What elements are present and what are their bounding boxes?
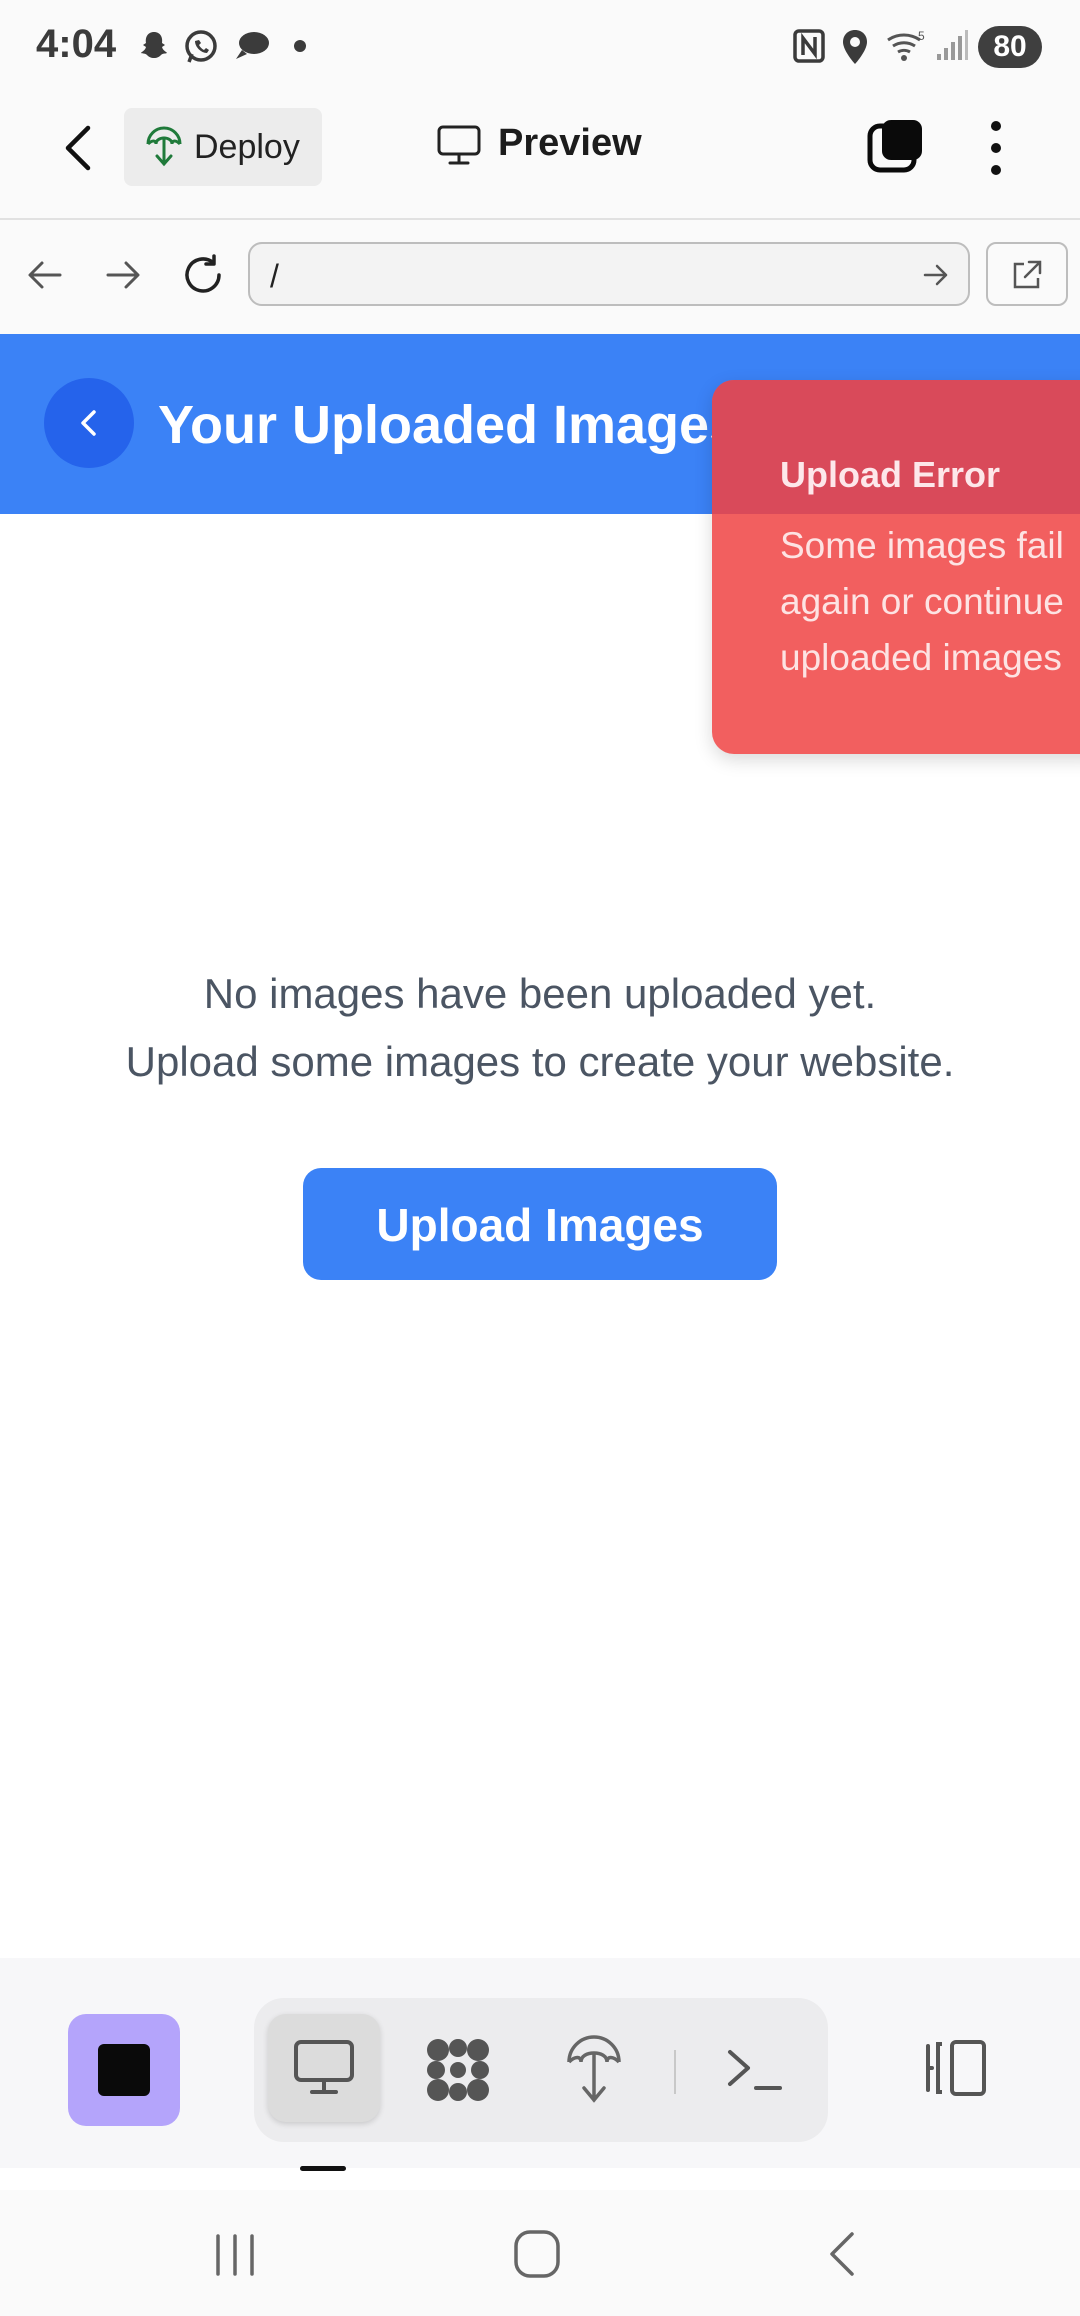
chat-bubble-icon [236, 32, 269, 59]
toast-message-line: Some images fail [780, 525, 1064, 566]
go-arrow-icon[interactable] [922, 262, 950, 288]
notification-dot-icon [294, 40, 306, 52]
tool-group [254, 1998, 828, 2142]
stop-button[interactable] [68, 2014, 180, 2126]
wifi-icon: 5 [887, 29, 925, 61]
stop-icon [98, 2044, 150, 2096]
toast-message-line: again or continue [780, 581, 1064, 622]
svg-text:5: 5 [918, 29, 925, 43]
status-time: 4:04 [36, 22, 117, 66]
reload-icon[interactable] [180, 252, 226, 298]
url-value: / [270, 258, 279, 294]
toast-message: Some images fail again or continue uploa… [780, 518, 1080, 686]
back-arrow-icon[interactable] [58, 122, 102, 174]
split-view-icon[interactable] [922, 2038, 990, 2098]
location-icon [843, 30, 867, 64]
home-icon[interactable] [512, 2228, 562, 2280]
nfc-icon [793, 29, 825, 63]
page-title: Your Uploaded Images [158, 395, 740, 455]
upload-images-button[interactable]: Upload Images [303, 1168, 777, 1280]
system-nav-bar [0, 2190, 1080, 2316]
system-back-icon[interactable] [822, 2228, 862, 2280]
deploy-icon[interactable] [564, 2034, 624, 2106]
empty-state-hint: Upload some images to create your websit… [125, 1038, 955, 1085]
bottom-toolbar [0, 1958, 1080, 2168]
browser-toolbar: / [0, 220, 1080, 334]
snapchat-icon [141, 32, 167, 58]
apps-icon[interactable] [422, 2034, 494, 2106]
open-external-button[interactable] [986, 242, 1068, 306]
url-input[interactable]: / [248, 242, 970, 306]
more-vertical-icon[interactable] [984, 120, 1008, 176]
deploy-icon [146, 126, 182, 167]
status-bar: 4:04 5 80 [0, 0, 1080, 90]
monitor-icon [437, 125, 481, 165]
deploy-button[interactable]: Deploy [124, 108, 322, 186]
whatsapp-icon [185, 30, 217, 63]
preview-tab-label[interactable]: Preview [498, 122, 642, 165]
chevron-left-icon [81, 410, 96, 436]
tool-divider [674, 2050, 676, 2094]
tabs-icon[interactable] [866, 118, 926, 176]
toast-message-line: uploaded images [780, 637, 1062, 678]
deploy-label: Deploy [194, 128, 300, 166]
active-tool-indicator [300, 2166, 346, 2171]
browser-forward-icon[interactable] [104, 258, 142, 292]
error-toast[interactable]: Upload Error Some images fail again or c… [712, 380, 1080, 754]
browser-back-icon[interactable] [26, 258, 64, 292]
battery-indicator: 80 [978, 26, 1042, 68]
monitor-icon [294, 2040, 354, 2094]
signal-icon [937, 30, 968, 60]
page-back-button[interactable] [44, 378, 134, 468]
app-header: Deploy Preview [0, 90, 1080, 220]
empty-state-message: No images have been uploaded yet. [203, 970, 877, 1017]
recent-apps-icon[interactable] [210, 2232, 260, 2278]
terminal-icon[interactable] [724, 2046, 784, 2094]
toast-title: Upload Error [780, 454, 1001, 495]
tool-preview-button[interactable] [268, 2014, 380, 2122]
external-link-icon [1013, 260, 1042, 289]
